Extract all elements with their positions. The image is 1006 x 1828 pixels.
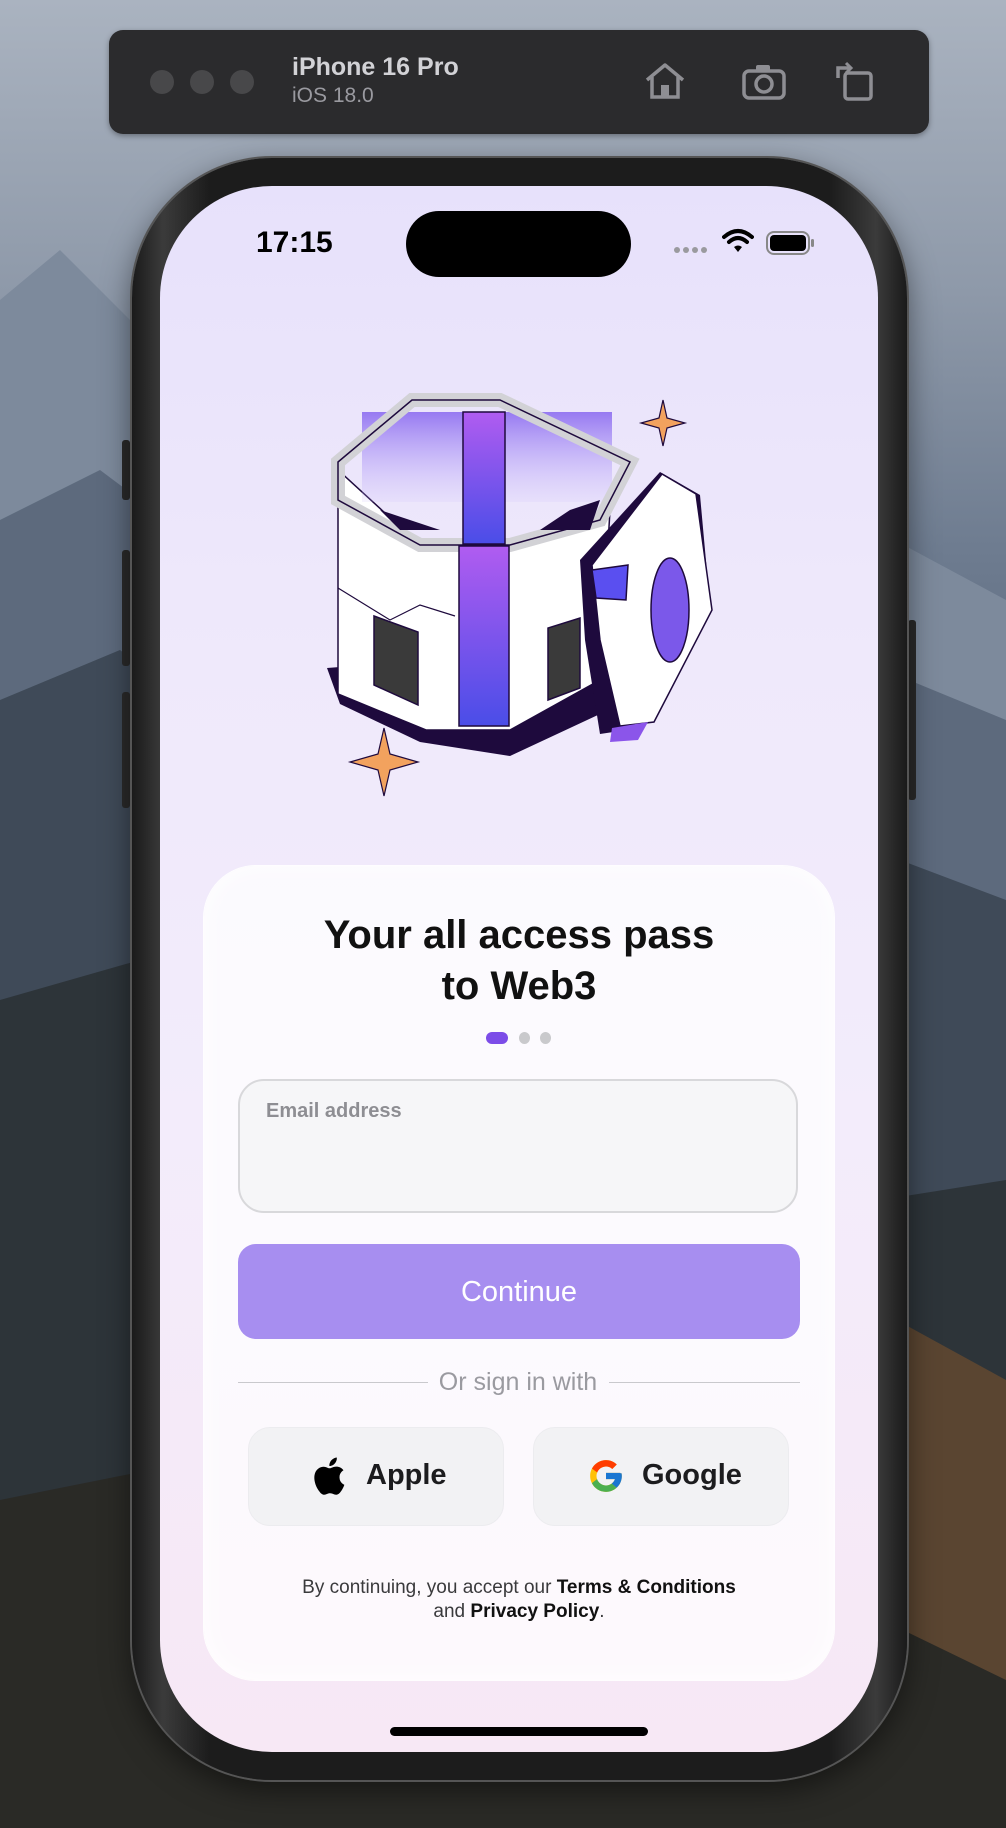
window-minimize-button[interactable] [190, 70, 214, 94]
page-indicator-dot[interactable] [540, 1032, 551, 1044]
legal-suffix: . [599, 1601, 605, 1622]
window-close-button[interactable] [150, 70, 174, 94]
divider-text: Or sign in with [438, 1368, 598, 1396]
google-icon [590, 1460, 622, 1492]
battery-icon [766, 231, 814, 255]
legal-notice: By continuing, you accept our Terms & Co… [204, 1576, 834, 1624]
action-button [122, 440, 130, 500]
wifi-icon [722, 229, 754, 252]
onboarding-headline: Your all access pass to Web3 [204, 910, 834, 1012]
portal-building-illustration [327, 393, 713, 797]
apple-icon [314, 1457, 345, 1495]
page-indicator-dot[interactable] [519, 1032, 530, 1044]
page-indicator-active[interactable] [486, 1032, 508, 1044]
privacy-link[interactable]: Privacy Policy [470, 1601, 599, 1622]
volume-down-button [122, 692, 130, 808]
window-zoom-button[interactable] [230, 70, 254, 94]
side-button [908, 620, 916, 800]
rotate-icon[interactable] [834, 60, 880, 102]
divider-right [609, 1382, 800, 1383]
os-version: iOS 18.0 [292, 84, 374, 107]
email-field-label: Email address [266, 1100, 402, 1122]
google-button-label: Google [642, 1459, 742, 1491]
apple-button-label: Apple [366, 1459, 447, 1491]
divider-left [238, 1382, 428, 1383]
home-icon[interactable] [642, 60, 688, 102]
continue-button[interactable]: Continue [238, 1244, 800, 1339]
status-time: 17:15 [256, 226, 333, 259]
dynamic-island [406, 211, 631, 277]
legal-middle: and [433, 1601, 471, 1622]
headline-line-1: Your all access pass [323, 913, 715, 957]
screenshot-icon[interactable] [741, 60, 787, 102]
email-input[interactable] [266, 1134, 770, 1186]
volume-up-button [122, 550, 130, 666]
legal-prefix: By continuing, you accept our [302, 1577, 557, 1598]
device-name: iPhone 16 Pro [292, 53, 459, 81]
cellular-icon [674, 247, 707, 253]
terms-link[interactable]: Terms & Conditions [557, 1577, 736, 1598]
headline-line-2: to Web3 [441, 964, 597, 1008]
home-indicator[interactable] [390, 1727, 648, 1736]
